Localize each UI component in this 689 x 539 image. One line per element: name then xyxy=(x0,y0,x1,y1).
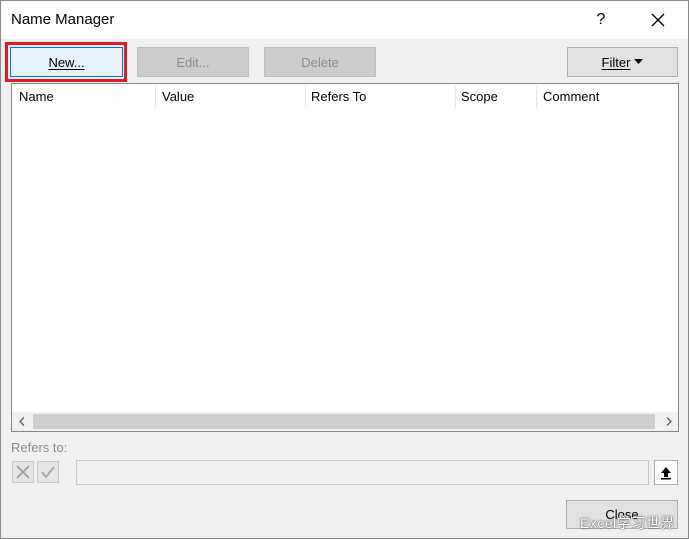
dropdown-arrow-icon xyxy=(634,59,644,64)
refers-to-label: Refers to: xyxy=(11,440,68,455)
scroll-right-button[interactable] xyxy=(659,412,678,431)
cancel-x-icon xyxy=(16,465,30,479)
scrollbar-thumb[interactable] xyxy=(33,414,655,429)
confirm-check-icon xyxy=(41,466,55,479)
confirm-button[interactable] xyxy=(37,461,59,483)
collapse-dialog-icon xyxy=(661,466,671,479)
title-bar: Name Manager ? xyxy=(1,1,688,39)
list-header: Name Value Refers To Scope Comment xyxy=(12,84,678,110)
cancel-button[interactable] xyxy=(12,461,34,483)
filter-button[interactable]: Filter xyxy=(567,47,678,77)
column-header-comment[interactable]: Comment xyxy=(536,84,676,110)
names-list[interactable]: Name Value Refers To Scope Comment xyxy=(11,83,679,432)
scroll-left-icon xyxy=(18,417,24,426)
delete-button-label: Delete xyxy=(301,54,339,70)
delete-button[interactable]: Delete xyxy=(264,47,376,77)
collapse-dialog-button[interactable] xyxy=(654,460,678,485)
scroll-left-button[interactable] xyxy=(12,412,31,431)
help-button[interactable]: ? xyxy=(584,6,618,34)
watermark-text: Excel学习世界 xyxy=(580,515,675,531)
column-header-value[interactable]: Value xyxy=(155,84,305,110)
column-header-name[interactable]: Name xyxy=(12,84,155,110)
refers-to-field[interactable] xyxy=(76,460,649,485)
close-icon xyxy=(651,13,665,27)
name-manager-dialog: Name Manager ? New... Edit... Delete Fil… xyxy=(0,0,689,539)
filter-button-label: Filter xyxy=(601,54,631,70)
edit-button[interactable]: Edit... xyxy=(137,47,249,77)
column-header-refers-to[interactable]: Refers To xyxy=(304,84,455,110)
close-window-button[interactable] xyxy=(641,6,675,34)
horizontal-scrollbar[interactable] xyxy=(12,412,678,431)
column-header-scope[interactable]: Scope xyxy=(454,84,536,110)
edit-button-label: Edit... xyxy=(176,54,210,70)
help-icon: ? xyxy=(596,11,606,28)
new-button-highlight xyxy=(5,42,127,82)
dialog-title: Name Manager xyxy=(11,11,115,28)
scroll-right-icon xyxy=(666,417,672,426)
